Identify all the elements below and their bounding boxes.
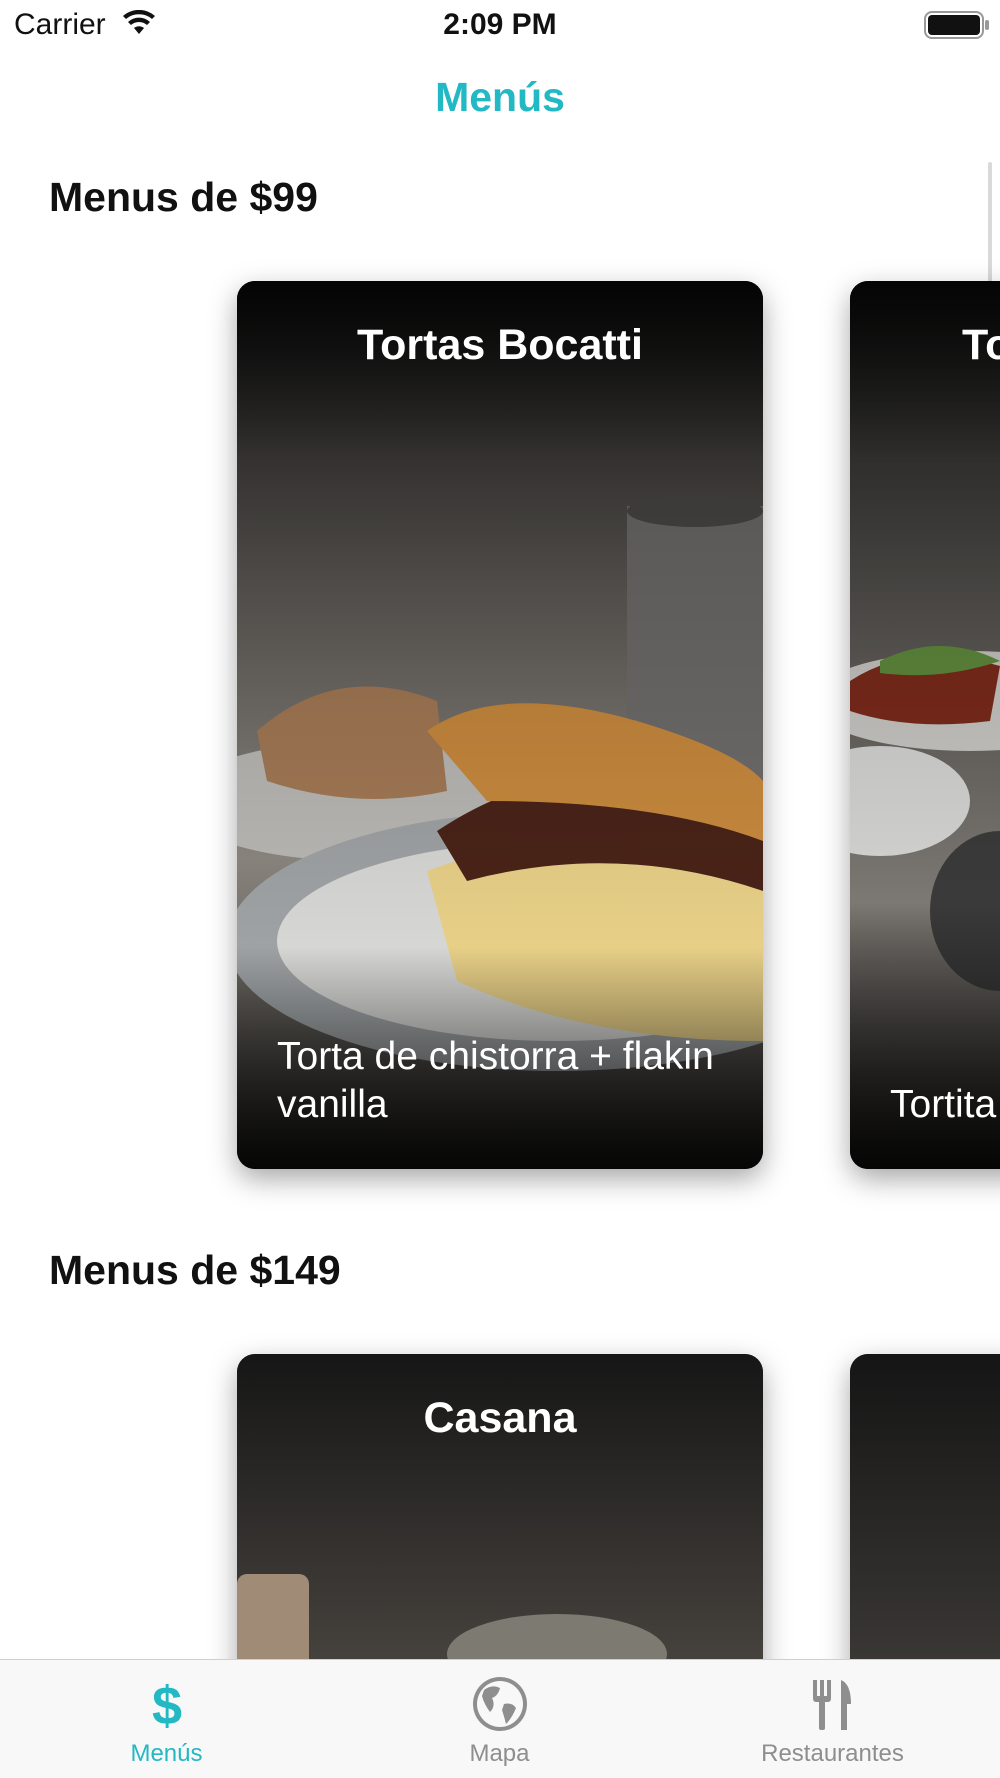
status-time: 2:09 PM [443, 8, 557, 41]
card-description: Tortita pirata del día [890, 1083, 1000, 1126]
menu-card[interactable]: To Tortita pirata del día [850, 281, 1000, 1169]
tab-mapa[interactable]: Mapa [333, 1660, 666, 1778]
tab-label: Restaurantes [761, 1740, 904, 1767]
dollar-icon: $ [151, 1676, 181, 1734]
card-title: To [962, 321, 1000, 369]
status-bar: Carrier 2:09 PM [0, 0, 1000, 50]
scroll-indicator[interactable] [988, 162, 992, 292]
page-title: Menús [435, 74, 565, 120]
tab-bar: $ Menús Mapa Restaurantes [0, 1659, 1000, 1778]
card-title: Tortas Bocatti [357, 321, 643, 369]
app-screen: Carrier 2:09 PM Menús Menus de $99 Torta… [0, 0, 1000, 1778]
food-photo [850, 281, 1000, 1169]
tab-label: Menús [130, 1740, 203, 1767]
globe-icon [472, 1677, 527, 1731]
tab-menus[interactable]: $ Menús [0, 1660, 333, 1778]
svg-text:$: $ [151, 1676, 181, 1734]
card-title: Casana [423, 1394, 577, 1442]
section-heading-99: Menus de $99 [49, 174, 318, 220]
fork-knife-icon [812, 1680, 851, 1730]
menu-card[interactable]: Tortas Bocatti Torta de chistorra + flak… [237, 281, 763, 1169]
card-description: Torta de chistorra + flakin vanilla [277, 1035, 714, 1126]
tab-restaurantes[interactable]: Restaurantes [666, 1660, 999, 1778]
tab-label: Mapa [469, 1740, 530, 1767]
battery-icon [924, 11, 989, 39]
section-heading-149: Menus de $149 [49, 1247, 341, 1293]
